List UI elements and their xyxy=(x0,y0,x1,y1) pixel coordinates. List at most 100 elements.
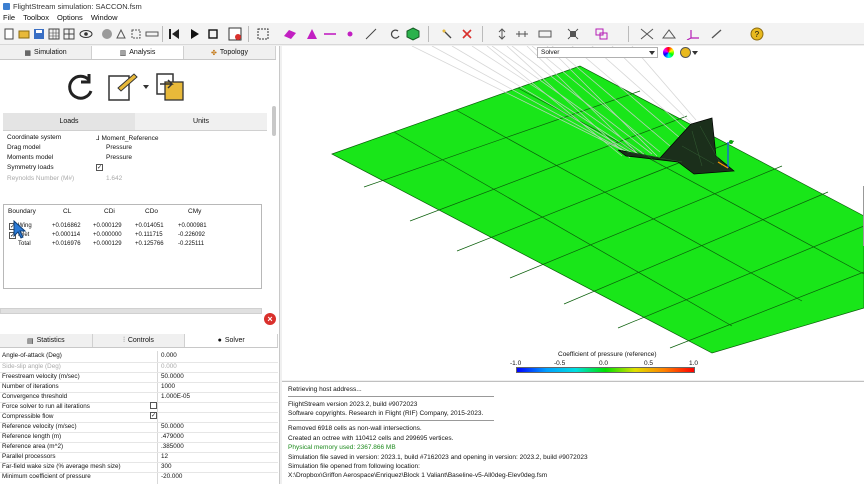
draw-line-icon[interactable] xyxy=(364,27,378,41)
stop-solver-icon[interactable] xyxy=(228,27,242,41)
colorbar-tick: 1.0 xyxy=(689,360,699,367)
title-bar: FlightStream simulation: SACCON.fsm xyxy=(0,0,864,12)
play-icon[interactable] xyxy=(187,27,201,41)
menu-bar: File Toolbox Options Window xyxy=(0,12,864,23)
import-loads-button[interactable] xyxy=(154,70,188,104)
box-select-icon[interactable] xyxy=(256,27,270,41)
log-line: Simulation file opened from following lo… xyxy=(288,463,420,470)
min-cp-field[interactable]: -20.000 xyxy=(161,473,182,482)
mouse-cursor-icon xyxy=(13,220,27,239)
solver-icon: ● xyxy=(217,337,222,344)
open-folder-icon[interactable] xyxy=(17,27,31,41)
property-label: Coordinate system xyxy=(7,134,62,141)
main-toolbar: ? xyxy=(0,23,864,45)
tab-loads[interactable]: Loads xyxy=(3,113,135,130)
triangle-tool-icon[interactable] xyxy=(305,27,319,41)
mesh-icon[interactable] xyxy=(47,27,61,41)
3d-viewport[interactable]: Solver Coefficient of pressure (referenc… xyxy=(282,46,864,380)
delete-icon[interactable] xyxy=(460,27,474,41)
export-loads-button[interactable] xyxy=(106,70,140,104)
gear-icon[interactable] xyxy=(680,47,691,58)
chevron-down-icon[interactable] xyxy=(692,51,698,55)
log-line: FlightStream version 2023.2, build #9072… xyxy=(288,401,418,408)
column-header: CL xyxy=(63,208,72,215)
line-tool-icon[interactable] xyxy=(323,27,337,41)
tab-solver[interactable]: ● Solver xyxy=(185,334,279,347)
save-icon[interactable] xyxy=(32,27,46,41)
select-box-icon[interactable] xyxy=(129,27,143,41)
ruler-icon[interactable] xyxy=(145,27,159,41)
colorbar-tick: 0.0 xyxy=(599,360,609,367)
wake-size-field[interactable]: 300 xyxy=(161,463,172,472)
compressible-flow-checkbox[interactable]: ✓ xyxy=(150,412,157,421)
horizontal-scrollbar[interactable] xyxy=(0,308,262,314)
panel-scrollbar[interactable] xyxy=(272,106,276,136)
layers-icon[interactable] xyxy=(595,27,609,41)
solver-dropdown[interactable]: Solver xyxy=(537,47,658,58)
coordinate-system-select[interactable]: ⅃ Moment_Reference xyxy=(96,134,159,144)
chevron-down-icon[interactable] xyxy=(142,70,150,104)
new-file-icon[interactable] xyxy=(2,27,16,41)
tab-units[interactable]: Units xyxy=(135,113,267,130)
angle-of-attack-field[interactable]: 0.000 xyxy=(161,352,177,361)
surface-tool-icon[interactable] xyxy=(283,27,297,41)
wireframe-icon[interactable] xyxy=(114,27,128,41)
rotate-icon[interactable] xyxy=(388,27,402,41)
tab-statistics[interactable]: ▤ Statistics xyxy=(0,334,93,347)
property-label: Drag model xyxy=(7,144,41,151)
tab-simulation[interactable]: ▦ Simulation xyxy=(0,46,92,59)
svg-text:?: ? xyxy=(755,30,760,39)
symmetry-loads-checkbox[interactable]: ✓ xyxy=(96,164,103,174)
iterations-field[interactable]: 1000 xyxy=(161,383,175,392)
reference-area-field[interactable]: .385000 xyxy=(161,443,184,452)
coordinate-system-icon[interactable] xyxy=(686,27,700,41)
reference-length-field[interactable]: .479000 xyxy=(161,433,184,442)
moments-model-select[interactable]: Pressure xyxy=(106,154,132,164)
column-header: CMy xyxy=(188,208,202,215)
split-horizontal-icon[interactable] xyxy=(515,27,529,41)
eye-icon[interactable] xyxy=(79,27,93,41)
drag-model-select[interactable]: Pressure xyxy=(106,144,132,154)
tab-analysis[interactable]: ▥ Analysis xyxy=(92,46,184,59)
split-vertical-icon[interactable] xyxy=(495,27,509,41)
column-header: CDi xyxy=(104,208,115,215)
log-line: Simulation file saved in version: 2023.1… xyxy=(288,454,588,461)
rewind-icon[interactable] xyxy=(167,27,181,41)
tab-controls[interactable]: ⫶ Controls xyxy=(93,334,186,347)
parallel-processors-field[interactable]: 12 xyxy=(161,453,168,462)
menu-window[interactable]: Window xyxy=(88,13,123,22)
bar-chart-icon: ▥ xyxy=(119,49,127,57)
reference-velocity-field[interactable]: 50.0000 xyxy=(161,423,184,432)
cube-icon[interactable] xyxy=(406,27,420,41)
solver-tab-strip: ▤ Statistics ⫶ Controls ● Solver xyxy=(0,334,279,348)
log-line: Retrieving host address... xyxy=(288,386,362,393)
fit-icon[interactable] xyxy=(566,27,580,41)
window-title: FlightStream simulation: SACCON.fsm xyxy=(13,1,142,11)
grid-icon[interactable] xyxy=(62,27,76,41)
frame-icon[interactable] xyxy=(538,27,552,41)
menu-toolbox[interactable]: Toolbox xyxy=(20,13,54,22)
force-all-iterations-checkbox[interactable] xyxy=(150,402,157,411)
menu-file[interactable]: File xyxy=(0,13,20,22)
sliders-icon: ⫶ xyxy=(123,336,125,344)
help-icon[interactable]: ? xyxy=(750,27,764,41)
pick-icon[interactable] xyxy=(440,27,454,41)
close-icon[interactable]: × xyxy=(264,313,276,325)
refresh-loads-button[interactable] xyxy=(64,70,98,104)
reynolds-number-value: 1.642 xyxy=(106,175,123,182)
menu-options[interactable]: Options xyxy=(54,13,88,22)
pressure-plane xyxy=(331,65,864,354)
colorbar-title: Coefficient of pressure (reference) xyxy=(558,351,657,358)
probe-icon[interactable] xyxy=(710,27,724,41)
property-label: Moments model xyxy=(7,154,54,161)
color-wheel-icon[interactable] xyxy=(663,47,674,58)
point-tool-icon[interactable] xyxy=(343,27,357,41)
freestream-velocity-field[interactable]: 50.0000 xyxy=(161,373,184,382)
convergence-threshold-field[interactable]: 1.000E-05 xyxy=(161,393,190,402)
zoom-extents-icon[interactable] xyxy=(640,27,654,41)
tab-topology[interactable]: ✤ Topology xyxy=(184,46,276,59)
axes-icon[interactable] xyxy=(662,27,676,41)
shade-icon[interactable] xyxy=(100,27,114,41)
stop-icon[interactable] xyxy=(206,27,220,41)
puzzle-icon: ✤ xyxy=(211,49,217,57)
